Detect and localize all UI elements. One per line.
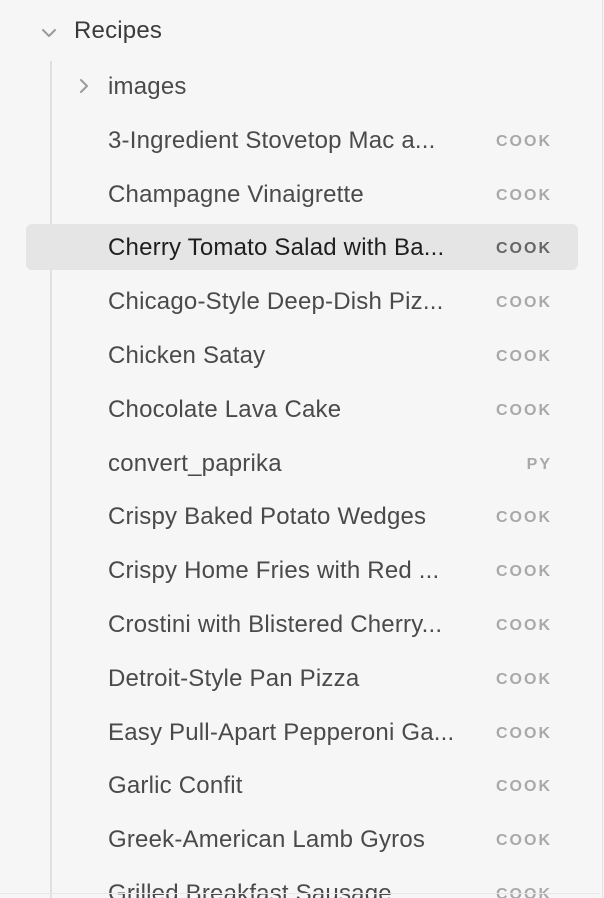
file-row[interactable]: Chocolate Lava Cake COOK <box>0 382 600 436</box>
file-extension-badge: COOK <box>496 240 552 258</box>
file-label[interactable]: Easy Pull-Apart Pepperoni Ga... <box>108 719 486 747</box>
chevron-down-icon[interactable] <box>40 24 58 42</box>
file-label[interactable]: Champagne Vinaigrette <box>108 181 486 209</box>
folder-row-recipes[interactable]: Recipes <box>0 8 600 56</box>
file-extension-badge: COOK <box>496 832 552 850</box>
file-list: images 3-Ingredient Stovetop Mac a... COOK… <box>0 59 600 898</box>
file-row[interactable]: convert_paprika PY <box>0 436 600 490</box>
file-label[interactable]: Greek-American Lamb Gyros <box>108 826 486 854</box>
file-extension-badge: COOK <box>496 616 552 634</box>
file-extension-badge: PY <box>526 455 552 473</box>
file-extension-badge: COOK <box>496 132 552 150</box>
file-extension-badge: COOK <box>496 294 552 312</box>
file-row[interactable]: Chicago-Style Deep-Dish Piz... COOK <box>0 274 600 328</box>
file-extension-badge: COOK <box>496 347 552 365</box>
file-extension-badge: COOK <box>496 778 552 796</box>
panel-bottom-divider <box>0 893 600 894</box>
file-row[interactable]: Crispy Home Fries with Red ... COOK <box>0 543 600 597</box>
file-label[interactable]: Chocolate Lava Cake <box>108 396 486 424</box>
file-label[interactable]: Cherry Tomato Salad with Ba... <box>108 234 486 262</box>
file-label[interactable]: Garlic Confit <box>108 772 486 800</box>
file-label[interactable]: Crispy Baked Potato Wedges <box>108 503 486 531</box>
file-row[interactable]: Garlic Confit COOK <box>0 758 600 812</box>
file-row[interactable]: Chicken Satay COOK <box>0 328 600 382</box>
file-extension-badge: COOK <box>496 186 552 204</box>
file-label[interactable]: Grilled Breakfast Sausage... <box>108 880 486 898</box>
file-row[interactable]: Detroit-Style Pan Pizza COOK <box>0 651 600 705</box>
file-row[interactable]: 3-Ingredient Stovetop Mac a... COOK <box>0 113 600 167</box>
file-extension-badge: COOK <box>496 509 552 527</box>
file-label[interactable]: Crispy Home Fries with Red ... <box>108 557 486 585</box>
file-row[interactable]: Crostini with Blistered Cherry... COOK <box>0 597 600 651</box>
file-label[interactable]: 3-Ingredient Stovetop Mac a... <box>108 127 486 155</box>
panel-divider[interactable] <box>602 0 603 898</box>
file-extension-badge: COOK <box>496 724 552 742</box>
file-extension-badge: COOK <box>496 670 552 688</box>
file-label[interactable]: Chicago-Style Deep-Dish Piz... <box>108 288 486 316</box>
file-extension-badge: COOK <box>496 885 552 898</box>
file-row[interactable]: Greek-American Lamb Gyros COOK <box>0 812 600 866</box>
file-label[interactable]: images <box>108 73 486 101</box>
file-extension-badge: COOK <box>496 401 552 419</box>
chevron-right-icon[interactable] <box>76 77 92 95</box>
folder-row-images[interactable]: images <box>0 59 600 113</box>
file-row[interactable]: Champagne Vinaigrette COOK <box>0 167 600 221</box>
file-row[interactable]: Easy Pull-Apart Pepperoni Ga... COOK <box>0 705 600 759</box>
file-extension-badge: COOK <box>496 563 552 581</box>
file-row[interactable]: Crispy Baked Potato Wedges COOK <box>0 489 600 543</box>
file-label[interactable]: Detroit-Style Pan Pizza <box>108 665 486 693</box>
file-row[interactable]: Cherry Tomato Salad with Ba... COOK <box>0 220 600 274</box>
file-label[interactable]: convert_paprika <box>108 450 486 478</box>
folder-label[interactable]: Recipes <box>74 17 162 45</box>
file-explorer-panel: Recipes images 3-Ingredient Stovetop Mac … <box>0 0 604 898</box>
file-label[interactable]: Chicken Satay <box>108 342 486 370</box>
file-label[interactable]: Crostini with Blistered Cherry... <box>108 611 486 639</box>
